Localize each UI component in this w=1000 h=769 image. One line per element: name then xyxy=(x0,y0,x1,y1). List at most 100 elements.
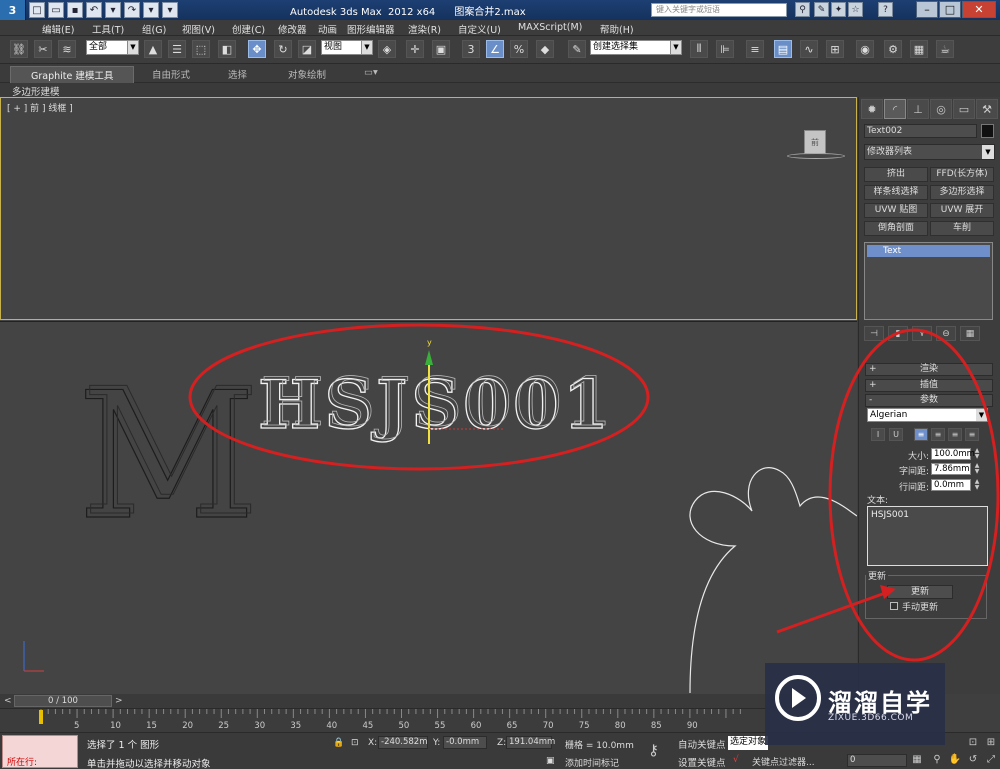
angle-snap-icon[interactable]: ∠ xyxy=(486,40,504,58)
undo-icon[interactable]: ↶ xyxy=(86,2,102,18)
layer-manager-icon[interactable]: ≡ xyxy=(746,40,764,58)
schematic-view-icon[interactable]: ⊞ xyxy=(826,40,844,58)
uvw-map-button[interactable]: UVW 贴图 xyxy=(864,203,928,218)
x-coordinate-field[interactable]: -240.582m xyxy=(378,736,428,749)
text-input[interactable]: HSJS001 xyxy=(867,506,988,566)
remove-modifier-icon[interactable]: ⊖ xyxy=(936,326,956,341)
binoculars-icon[interactable]: ⚲ xyxy=(795,2,810,17)
minimize-button[interactable]: – xyxy=(916,1,938,18)
tab-graphite-modeling[interactable]: Graphite 建模工具 xyxy=(10,66,135,84)
font-dropdown[interactable]: Algerian ▼ xyxy=(867,408,988,422)
leading-field[interactable]: 0.0mm xyxy=(931,479,971,491)
menu-animation[interactable]: 动画 xyxy=(318,22,337,36)
render-teapot-icon[interactable]: ☕ xyxy=(936,40,954,58)
bevel-profile-button[interactable]: 倒角剖面 xyxy=(864,221,928,236)
percent-snap-icon[interactable]: % xyxy=(510,40,528,58)
trackbar[interactable]: 5 10 15 20 25 30 35 40 45 50 55 60 65 70 75 80 85 90 xyxy=(0,708,770,732)
m-shape-inner-text[interactable]: M xyxy=(81,352,261,556)
show-end-result-icon[interactable]: ▮ xyxy=(888,326,908,341)
selection-filter-dropdown[interactable]: 全部 ▼ xyxy=(86,40,139,55)
menu-customize[interactable]: 自定义(U) xyxy=(458,22,501,36)
manual-update-checkbox[interactable] xyxy=(890,602,898,610)
kerning-spinner-icon[interactable]: ▲ ▼ xyxy=(973,463,981,475)
spline-select-button[interactable]: 样条线选择 xyxy=(864,185,928,200)
uvw-unwrap-button[interactable]: UVW 展开 xyxy=(930,203,994,218)
set-key-button[interactable]: 设置关键点 xyxy=(678,755,726,769)
lathe-button[interactable]: 车削 xyxy=(930,221,994,236)
tab-object-paint[interactable]: 对象绘制 xyxy=(288,67,326,81)
current-frame-marker[interactable] xyxy=(39,710,43,724)
absolute-mode-icon[interactable]: ⊡ xyxy=(351,738,359,748)
menu-create[interactable]: 创建(C) xyxy=(232,22,265,36)
menu-tools[interactable]: 工具(T) xyxy=(92,22,124,36)
maximize-button[interactable]: □ xyxy=(939,1,961,18)
select-by-name-icon[interactable]: ☰ xyxy=(168,40,186,58)
menu-rendering[interactable]: 渲染(R) xyxy=(408,22,441,36)
spinner-snap-icon[interactable]: ◆ xyxy=(536,40,554,58)
time-next-icon[interactable]: > xyxy=(115,696,123,706)
curve-editor-icon[interactable]: ∿ xyxy=(800,40,818,58)
rect-selection-icon[interactable]: ⬚ xyxy=(192,40,210,58)
align-right-icon[interactable]: ≡ xyxy=(948,428,962,441)
keyboard-shortcut-icon[interactable]: ▣ xyxy=(432,40,450,58)
graphite-toggle-icon[interactable]: ▤ xyxy=(774,40,792,58)
zoom-icon[interactable]: ⚲ xyxy=(930,753,944,766)
scene-geometry[interactable]: M M HSJS001 HSJS001 y xyxy=(0,321,857,694)
menu-group[interactable]: 组(G) xyxy=(142,22,166,36)
underline-button[interactable]: U xyxy=(889,428,903,441)
open-file-icon[interactable]: ▭ xyxy=(48,2,64,18)
utilities-tab-icon[interactable]: ⚒ xyxy=(976,99,998,119)
italic-button[interactable]: I xyxy=(871,428,885,441)
orbit-icon[interactable]: ↺ xyxy=(966,753,980,766)
create-tab-icon[interactable]: ✹ xyxy=(861,99,883,119)
named-selection-dropdown[interactable]: 创建选择集 ▼ xyxy=(590,40,682,55)
unlink-icon[interactable]: ✂ xyxy=(34,40,52,58)
object-name-field[interactable]: Text002 xyxy=(864,124,977,138)
rollout-interpolation[interactable]: + 插值 xyxy=(865,379,993,392)
redo-icon[interactable]: ↷ xyxy=(124,2,140,18)
mirror-icon[interactable]: ⫴ xyxy=(690,40,708,58)
viewport-label[interactable]: [ + ] 前 ] 线框 ] xyxy=(7,101,73,114)
window-crossing-icon[interactable]: ◧ xyxy=(218,40,236,58)
rollout-rendering[interactable]: + 渲染 xyxy=(865,363,993,376)
search-input[interactable]: 键入关键字或短语 xyxy=(651,3,787,17)
polygon-modeling-label[interactable]: 多边形建模 xyxy=(12,84,60,98)
bind-spacewarp-icon[interactable]: ≋ xyxy=(58,40,76,58)
auto-key-button[interactable]: 自动关键点 xyxy=(678,737,726,751)
ffd-box-button[interactable]: FFD(长方体) xyxy=(930,167,994,182)
select-rotate-icon[interactable]: ↻ xyxy=(274,40,292,58)
render-setup-icon[interactable]: ⚙ xyxy=(884,40,902,58)
time-prev-icon[interactable]: < xyxy=(4,696,12,706)
update-button[interactable]: 更新 xyxy=(887,585,953,599)
current-frame-field[interactable]: 0 xyxy=(847,754,907,767)
menu-views[interactable]: 视图(V) xyxy=(182,22,215,36)
configure-sets-icon[interactable]: ▦ xyxy=(960,326,980,341)
stack-item-text[interactable]: Text xyxy=(867,245,990,257)
help-icon[interactable]: ? xyxy=(878,2,893,17)
hierarchy-tab-icon[interactable]: ⊥ xyxy=(907,99,929,119)
tools-icon[interactable]: ✎ xyxy=(814,2,829,17)
star-icon[interactable]: ☆ xyxy=(848,2,863,17)
justify-icon[interactable]: ≡ xyxy=(965,428,979,441)
pan-hand-icon[interactable]: ✋ xyxy=(948,753,962,766)
new-file-icon[interactable]: □ xyxy=(29,2,45,18)
menu-maxscript[interactable]: MAXScript(M) xyxy=(518,22,582,33)
select-manipulate-icon[interactable]: ✛ xyxy=(406,40,424,58)
subscription-icon[interactable]: ✦ xyxy=(831,2,846,17)
ribbon-options-icon[interactable]: ▭▾ xyxy=(364,67,378,78)
material-editor-icon[interactable]: ◉ xyxy=(856,40,874,58)
rendered-frame-icon[interactable]: ▦ xyxy=(910,40,928,58)
tab-selection[interactable]: 选择 xyxy=(228,67,247,81)
viewcube[interactable]: 前 xyxy=(804,130,826,154)
y-coordinate-field[interactable]: -0.0mm xyxy=(443,736,487,749)
z-coordinate-field[interactable]: 191.04mm xyxy=(506,736,555,749)
align-center-icon[interactable]: ≡ xyxy=(931,428,945,441)
modify-tab-icon[interactable]: ◜ xyxy=(884,99,906,119)
edit-named-selection-icon[interactable]: ✎ xyxy=(568,40,586,58)
undo-dropdown-icon[interactable]: ▾ xyxy=(105,2,121,18)
time-tag-icon[interactable]: ▣ xyxy=(546,756,555,766)
zoom-extents-icon[interactable]: ⊡ xyxy=(966,736,980,749)
pin-stack-icon[interactable]: ⊣ xyxy=(864,326,884,341)
align-left-icon[interactable]: ≡ xyxy=(914,428,928,441)
size-spinner-icon[interactable]: ▲ ▼ xyxy=(973,448,981,460)
